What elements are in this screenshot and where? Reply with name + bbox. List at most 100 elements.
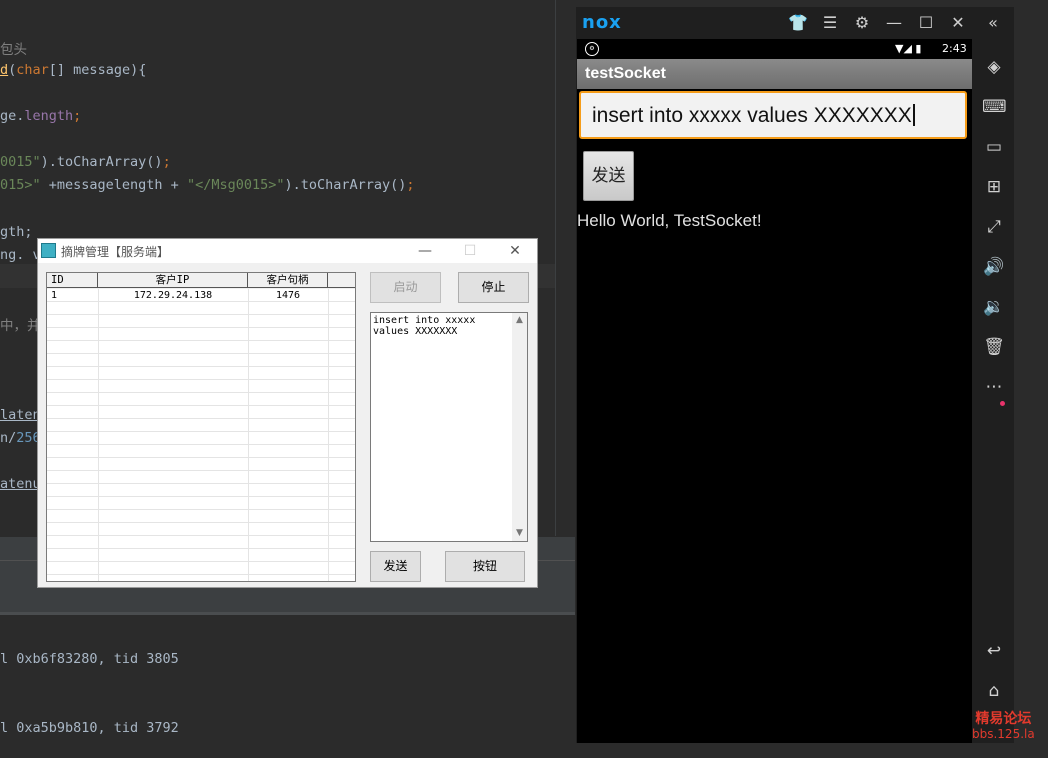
- code-token: 0015": [0, 154, 41, 170]
- memo-text: insert into xxxxx values XXXXXXX: [373, 315, 476, 337]
- table-row[interactable]: [47, 354, 355, 367]
- close-icon[interactable]: ✕: [948, 13, 968, 33]
- table-cell-id: 1: [51, 290, 58, 301]
- column-header-ip[interactable]: 客户IP: [98, 273, 248, 288]
- table-row[interactable]: [47, 484, 355, 497]
- table-cell-ip: 172.29.24.138: [133, 290, 213, 301]
- generic-button[interactable]: 按钮: [445, 551, 525, 582]
- text-caret: [912, 104, 915, 126]
- nox-sidebar: ◈ ⌨ ▭ ⊞ ⤢ 🔊 🔉 🗑 ⋯ ↩ ⌂: [974, 39, 1014, 743]
- minimize-icon[interactable]: —: [410, 241, 440, 261]
- console-line: l 0xb6f83280, tid 3805: [0, 651, 179, 667]
- send-button[interactable]: 发送: [583, 151, 634, 201]
- table-row[interactable]: [47, 341, 355, 354]
- table-row[interactable]: [47, 302, 355, 315]
- back-icon[interactable]: ↩: [982, 639, 1006, 663]
- scroll-up-icon[interactable]: ▲: [512, 313, 527, 328]
- column-header-handle[interactable]: 客户句柄: [248, 273, 328, 288]
- code-token: length: [24, 108, 74, 124]
- volume-down-icon[interactable]: 🔉: [982, 295, 1006, 319]
- code-line: 015>" +messagelength + "</Msg0015>").toC…: [0, 177, 415, 193]
- code-token: ;: [73, 108, 82, 124]
- code-token: "</Msg0015>": [186, 177, 285, 193]
- app-title: testSocket: [585, 65, 666, 82]
- dialog-send-button[interactable]: 发送: [370, 551, 421, 582]
- code-line: ge.length;: [0, 108, 81, 124]
- client-list-grid[interactable]: ID 客户IP 客户句柄 1 172.29.24.138 1476: [46, 272, 356, 582]
- delete-icon[interactable]: 🗑: [982, 335, 1006, 359]
- android-statusbar: ⚙ ▼◢ ▮ 2:43: [577, 39, 972, 59]
- message-input[interactable]: insert into xxxxx values XXXXXXX: [579, 91, 967, 139]
- start-button[interactable]: 启动: [370, 272, 441, 303]
- maximize-icon[interactable]: ☐: [916, 13, 936, 33]
- table-row[interactable]: [47, 510, 355, 523]
- table-row[interactable]: [47, 406, 355, 419]
- message-memo[interactable]: insert into xxxxx values XXXXXXX ▲ ▼: [370, 312, 528, 542]
- code-token: ).toCharArray(): [284, 177, 407, 193]
- table-row[interactable]: [47, 523, 355, 536]
- table-row[interactable]: [47, 419, 355, 432]
- code-line: 0015").toCharArray();: [0, 154, 171, 170]
- hello-text: Hello World, TestSocket!: [577, 211, 762, 230]
- grid-header: ID 客户IP 客户句柄: [47, 273, 355, 289]
- watermark-line1: 精易论坛: [975, 711, 1032, 727]
- code-line: n/256: [0, 430, 41, 446]
- code-token: gth;: [0, 224, 33, 240]
- app-actionbar: testSocket: [577, 59, 972, 89]
- column-header-id[interactable]: ID: [47, 273, 98, 288]
- ide-panel-header: [0, 586, 575, 612]
- menu-icon[interactable]: ☰: [820, 13, 840, 33]
- table-row[interactable]: [47, 367, 355, 380]
- volume-up-icon[interactable]: 🔊: [982, 255, 1006, 279]
- close-icon[interactable]: ✕: [500, 241, 530, 261]
- code-token: d: [0, 62, 9, 78]
- console-output[interactable]: l 0xb6f83280, tid 3805 l 0xa5b9b810, tid…: [0, 612, 575, 758]
- table-row[interactable]: [47, 458, 355, 471]
- maximize-icon: ☐: [463, 243, 477, 259]
- more-icon[interactable]: ⋯: [982, 375, 1006, 399]
- gear-icon[interactable]: ⚙: [852, 13, 872, 33]
- table-row[interactable]: [47, 432, 355, 445]
- watermark-line2: bbs.125.la: [972, 727, 1035, 741]
- grid-line: [328, 289, 329, 581]
- screen-icon[interactable]: ▭: [982, 135, 1006, 159]
- table-row[interactable]: [47, 497, 355, 510]
- apk-icon[interactable]: ⊞: [982, 175, 1006, 199]
- column-header-blank: [328, 273, 355, 288]
- code-token: 中，并: [0, 318, 41, 334]
- table-row[interactable]: [47, 549, 355, 562]
- rotate-icon[interactable]: ◈: [982, 55, 1006, 79]
- code-token: n/: [0, 430, 17, 446]
- table-row[interactable]: [47, 315, 355, 328]
- table-cell-handle: 1476: [275, 290, 301, 301]
- home-icon[interactable]: ⌂: [982, 679, 1006, 703]
- minimize-icon[interactable]: —: [884, 13, 904, 33]
- app-icon: [41, 243, 56, 258]
- table-row[interactable]: [47, 380, 355, 393]
- table-row[interactable]: [47, 536, 355, 549]
- table-row[interactable]: 1 172.29.24.138 1476: [47, 289, 355, 302]
- message-input-value: insert into xxxxx values XXXXXXX: [592, 104, 912, 127]
- code-token: ).toCharArray(): [40, 154, 163, 170]
- stop-button[interactable]: 停止: [458, 272, 529, 303]
- android-screen: ⚙ ▼◢ ▮ 2:43 testSocket insert into xxxxx…: [577, 39, 972, 743]
- table-row[interactable]: [47, 393, 355, 406]
- table-row[interactable]: [47, 471, 355, 484]
- table-row[interactable]: [47, 445, 355, 458]
- scroll-down-icon[interactable]: ▼: [512, 526, 527, 541]
- table-row[interactable]: [47, 328, 355, 341]
- ide-right-strip: [1014, 0, 1048, 536]
- code-line: 中，并: [0, 314, 41, 334]
- code-line: ng. v: [0, 247, 41, 263]
- collapse-icon[interactable]: «: [983, 13, 1003, 33]
- table-row[interactable]: [47, 562, 355, 575]
- fullscreen-icon[interactable]: ⤢: [982, 215, 1006, 239]
- shirt-icon[interactable]: 👕: [788, 13, 808, 33]
- signal-battery-icon: ▼◢ ▮: [895, 42, 922, 55]
- code-token: ge.: [0, 108, 25, 124]
- memo-scrollbar[interactable]: ▲ ▼: [512, 313, 527, 541]
- notification-dot: [1000, 401, 1005, 406]
- dialog-titlebar[interactable]: 摘牌管理【服务端】 — ☐ ✕: [38, 239, 537, 263]
- status-time: 2:43: [942, 42, 967, 55]
- keyboard-icon[interactable]: ⌨: [982, 95, 1007, 119]
